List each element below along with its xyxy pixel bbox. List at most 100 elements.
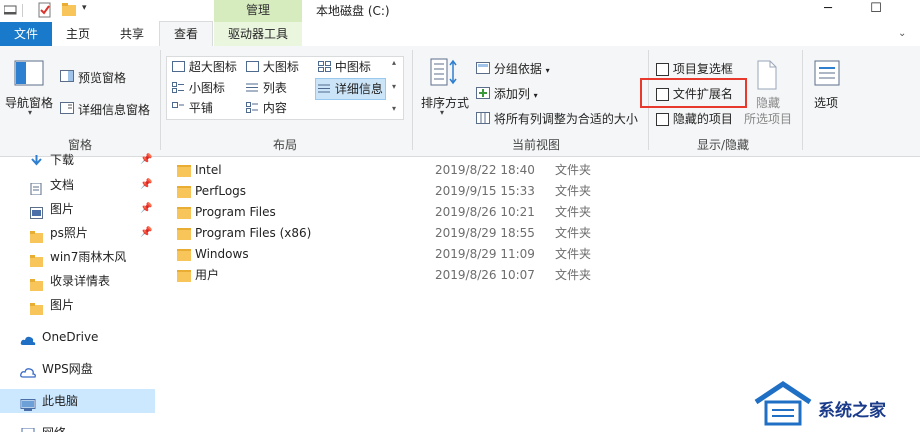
window-title: 本地磁盘 (C:)	[316, 4, 390, 18]
new-folder-icon[interactable]	[62, 3, 76, 16]
nav-item-downloads[interactable]: 下载 📌	[0, 151, 155, 169]
properties-icon[interactable]	[38, 2, 52, 18]
nav-item-index-table[interactable]: 收录详情表	[0, 269, 155, 293]
content-view-icon	[246, 99, 259, 119]
preview-pane-button[interactable]: 预览窗格	[78, 69, 126, 86]
add-column-label: 添加列	[493, 87, 530, 101]
annotation-highlight-box	[640, 78, 747, 108]
pin-icon: 📌	[140, 203, 153, 214]
folder-icon	[177, 249, 191, 261]
title-bar	[0, 0, 920, 22]
folder-icon	[30, 299, 43, 315]
hide-selected-label-bottom[interactable]: 所选项目	[744, 110, 792, 127]
layout-extra-large-icons[interactable]: 超大图标	[172, 57, 237, 77]
layout-content[interactable]: 内容	[246, 98, 287, 118]
nav-item-this-pc[interactable]: 此电脑	[0, 389, 155, 413]
nav-item-network[interactable]: 网络	[0, 419, 155, 432]
checkbox[interactable]	[656, 113, 669, 126]
layout-scroll-down-icon[interactable]: ▾	[392, 82, 396, 91]
layout-label: 详细信息	[334, 82, 383, 96]
computer-icon	[20, 395, 36, 411]
nav-item-label: 下载	[50, 153, 75, 167]
file-date: 2019/8/26 10:07	[435, 268, 535, 282]
options-icon	[814, 60, 840, 86]
layout-medium-icons[interactable]: 中图标	[318, 57, 371, 77]
sort-by-dropdown-icon[interactable]: ▾	[440, 108, 444, 117]
tab-home[interactable]: 主页	[56, 22, 100, 46]
file-type: 文件夹	[555, 163, 592, 177]
layout-tiles[interactable]: 平铺	[172, 98, 213, 118]
fit-columns-button[interactable]: 将所有列调整为合适的大小	[476, 110, 638, 127]
file-type: 文件夹	[555, 226, 592, 240]
nav-item-label: OneDrive	[42, 330, 99, 344]
nav-item-label: 图片	[50, 202, 75, 216]
ribbon-expand-icon[interactable]: ⌄	[898, 28, 912, 40]
details-pane-button[interactable]: 详细信息窗格	[78, 101, 150, 118]
tab-file[interactable]: 文件	[0, 22, 52, 46]
layout-details[interactable]: 详细信息	[315, 78, 386, 100]
nav-pane-icon[interactable]	[14, 60, 44, 86]
maximize-icon[interactable]: ☐	[864, 0, 888, 20]
nav-item-label: 收录详情表	[50, 274, 111, 288]
hidden-items-toggle[interactable]: 隐藏的项目	[656, 110, 733, 127]
file-row[interactable]: Intel 2019/8/22 18:40 文件夹	[170, 160, 830, 181]
extra-large-icons-icon	[172, 58, 185, 78]
folder-icon	[30, 275, 43, 291]
nav-item-label: 文档	[50, 178, 75, 192]
file-row[interactable]: 用户 2019/8/26 10:07 文件夹	[170, 265, 830, 286]
group-label-layout: 布局	[272, 138, 297, 152]
nav-item-pictures[interactable]: 图片 📌	[0, 197, 155, 221]
item-checkboxes-toggle[interactable]: 项目复选框	[656, 60, 733, 77]
layout-scroll-up-icon[interactable]: ▴	[392, 58, 396, 67]
group-by-icon	[476, 62, 490, 77]
file-date: 2019/9/15 15:33	[435, 184, 535, 198]
nav-item-onedrive[interactable]: OneDrive	[0, 325, 155, 349]
nav-item-pictures-folder[interactable]: 图片	[0, 293, 155, 317]
add-column-button[interactable]: 添加列 ▾	[476, 85, 538, 102]
minimize-icon[interactable]: ─	[816, 0, 840, 20]
customize-toolbar-icon[interactable]: ▾	[82, 3, 92, 15]
nav-item-label: 图片	[50, 298, 75, 312]
layout-more-icon[interactable]: ▾	[392, 104, 396, 113]
layout-label: 大图标	[262, 60, 299, 74]
group-by-button[interactable]: 分组依据 ▾	[476, 60, 550, 77]
nav-pane-dropdown-icon[interactable]: ▾	[28, 108, 32, 117]
tab-view[interactable]: 查看	[159, 21, 213, 46]
layout-small-icons[interactable]: 小图标	[172, 78, 225, 98]
group-by-dropdown-icon: ▾	[545, 66, 550, 75]
folder-icon	[30, 227, 43, 243]
tab-drive-tools[interactable]: 驱动器工具	[214, 22, 302, 46]
watermark-text: 系统之家	[818, 401, 886, 421]
picture-icon	[30, 203, 43, 219]
file-type: 文件夹	[555, 184, 592, 198]
tab-share[interactable]: 共享	[110, 22, 154, 46]
checkbox[interactable]	[656, 63, 669, 76]
cloud-icon	[20, 363, 36, 378]
folder-icon	[177, 165, 191, 177]
hide-selected-icon	[755, 60, 779, 90]
layout-large-icons[interactable]: 大图标	[246, 57, 299, 77]
options-button[interactable]: 选项	[814, 94, 838, 111]
nav-item-ps-photos[interactable]: ps照片 📌	[0, 221, 155, 245]
nav-item-win7[interactable]: win7雨林木风	[0, 245, 155, 269]
group-label-current-view: 当前视图	[511, 138, 560, 152]
file-row[interactable]: Windows 2019/8/29 11:09 文件夹	[170, 244, 830, 265]
nav-item-label: 此电脑	[42, 394, 79, 408]
hide-selected-label-top[interactable]: 隐藏	[756, 94, 780, 111]
download-arrow-icon	[30, 154, 43, 166]
sort-by-button[interactable]: 排序方式	[421, 94, 469, 111]
file-row[interactable]: Program Files 2019/8/26 10:21 文件夹	[170, 202, 830, 223]
nav-item-documents[interactable]: 文档 📌	[0, 173, 155, 197]
file-name: Program Files (x86)	[195, 226, 312, 240]
folder-icon	[177, 228, 191, 240]
add-column-icon	[476, 87, 490, 102]
nav-item-wps-cloud[interactable]: WPS网盘	[0, 357, 155, 381]
file-row[interactable]: PerfLogs 2019/9/15 15:33 文件夹	[170, 181, 830, 202]
app-icon[interactable]	[3, 4, 18, 15]
sort-by-icon	[430, 58, 458, 86]
context-tab-group-label: 管理	[214, 0, 302, 22]
layout-list[interactable]: 列表	[246, 78, 287, 98]
folder-icon	[177, 270, 191, 282]
preview-pane-icon	[60, 70, 74, 82]
file-row[interactable]: Program Files (x86) 2019/8/29 18:55 文件夹	[170, 223, 830, 244]
